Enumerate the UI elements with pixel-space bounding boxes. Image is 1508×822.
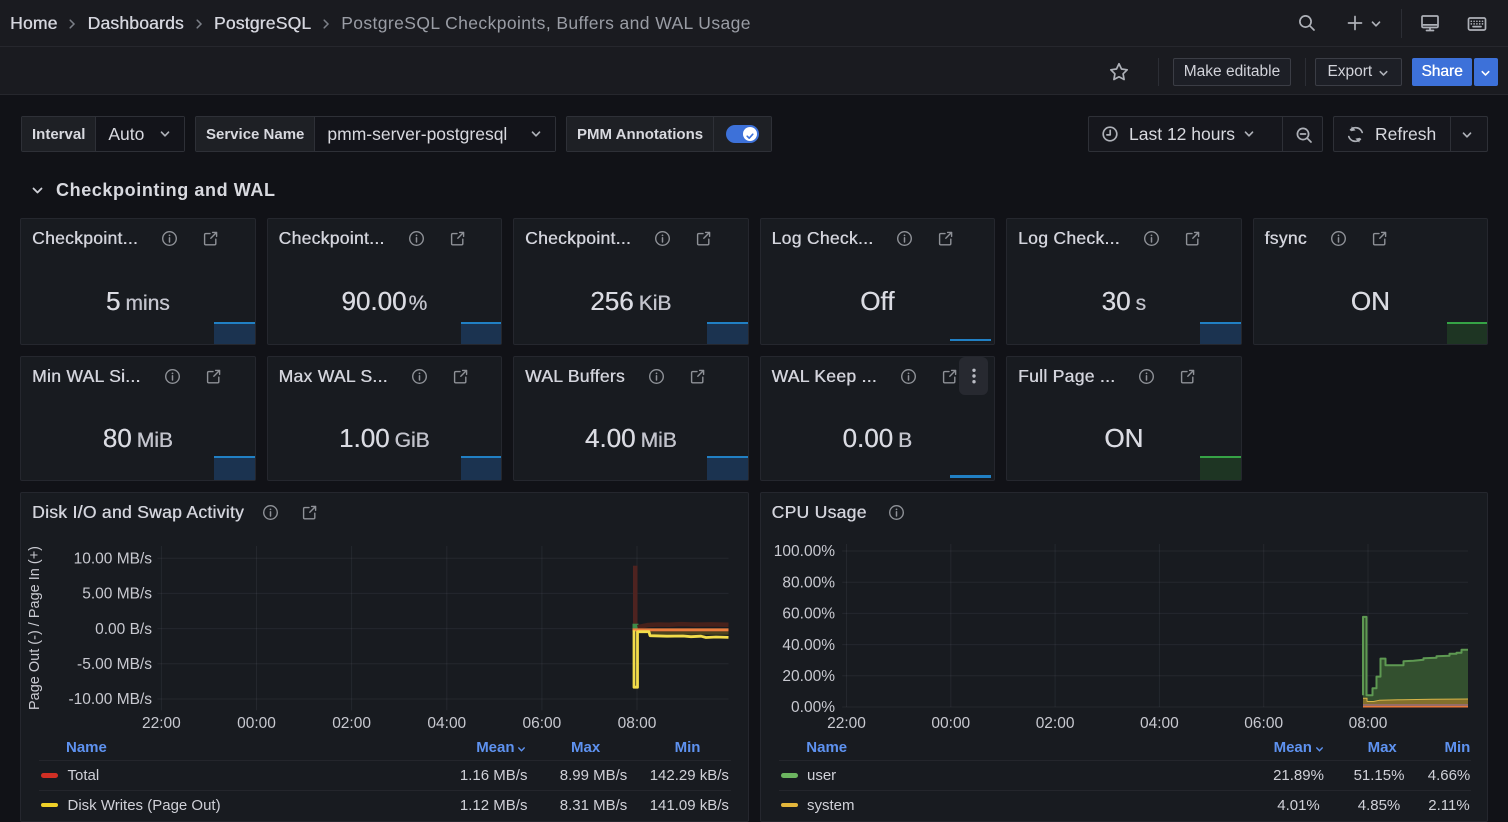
svg-text:04:00: 04:00 (1140, 715, 1179, 732)
svg-text:40.00%: 40.00% (782, 637, 835, 654)
svg-text:0.00 B/s: 0.00 B/s (95, 621, 152, 638)
svg-text:80.00%: 80.00% (782, 574, 835, 591)
svg-text:0.00%: 0.00% (791, 699, 835, 716)
svg-text:08:00: 08:00 (618, 715, 657, 732)
svg-text:5.00 MB/s: 5.00 MB/s (82, 585, 152, 602)
svg-text:60.00%: 60.00% (782, 605, 835, 622)
svg-text:08:00: 08:00 (1348, 715, 1387, 732)
svg-text:Page Out (-) / Page In (+): Page Out (-) / Page In (+) (27, 546, 43, 710)
svg-text:00:00: 00:00 (931, 715, 970, 732)
svg-text:02:00: 02:00 (332, 715, 371, 732)
svg-text:04:00: 04:00 (427, 715, 466, 732)
svg-text:-5.00 MB/s: -5.00 MB/s (77, 656, 152, 673)
svg-text:-10.00 MB/s: -10.00 MB/s (68, 691, 152, 708)
svg-text:22:00: 22:00 (827, 715, 866, 732)
svg-text:10.00 MB/s: 10.00 MB/s (74, 550, 153, 567)
svg-text:02:00: 02:00 (1035, 715, 1074, 732)
svg-text:100.00%: 100.00% (773, 543, 834, 560)
svg-text:20.00%: 20.00% (782, 668, 835, 685)
svg-text:00:00: 00:00 (237, 715, 276, 732)
svg-text:06:00: 06:00 (523, 715, 562, 732)
svg-text:22:00: 22:00 (142, 715, 181, 732)
svg-text:06:00: 06:00 (1244, 715, 1283, 732)
